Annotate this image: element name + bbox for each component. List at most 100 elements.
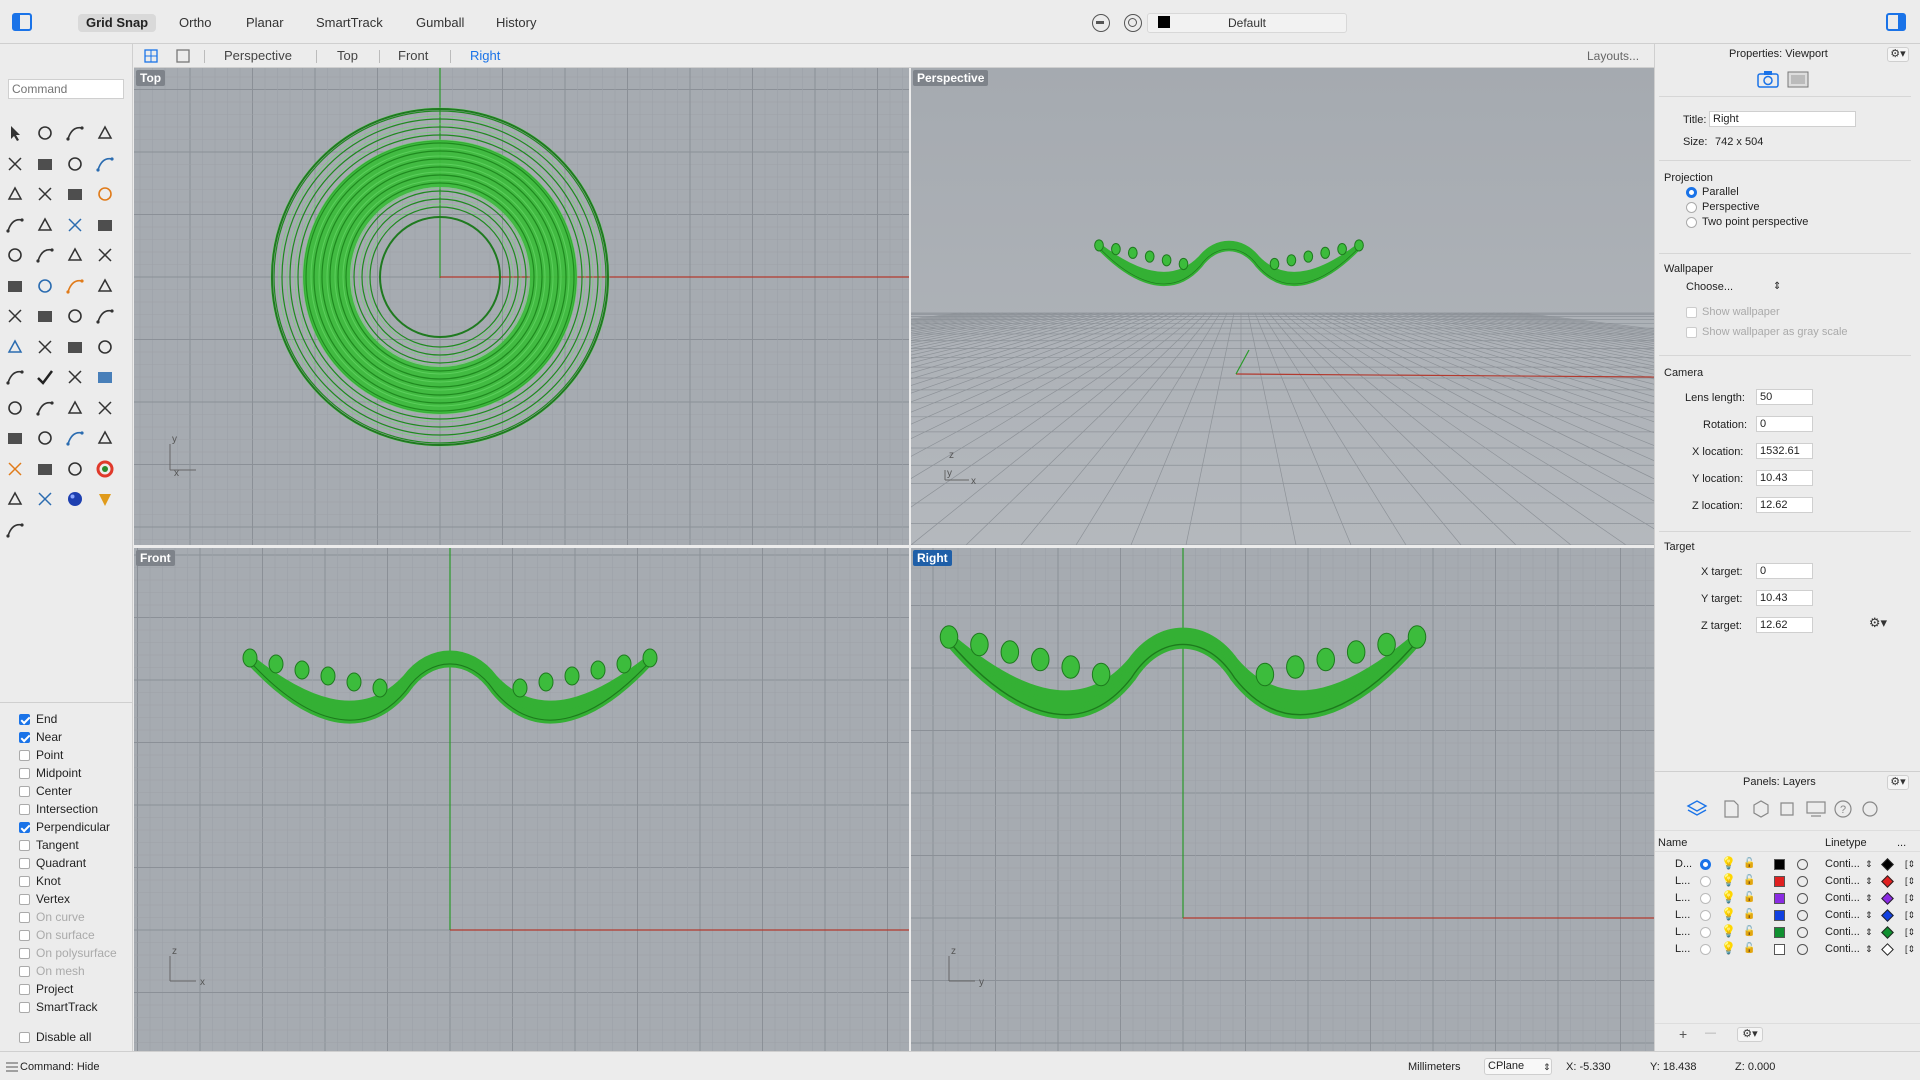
print-width-icon[interactable]: [⇕	[1905, 893, 1915, 904]
arc-tool-icon[interactable]	[63, 152, 87, 176]
x-target-field[interactable]: 0	[1756, 563, 1813, 579]
layer-name[interactable]: L...	[1675, 926, 1690, 938]
current-layer-radio-icon[interactable]	[1700, 893, 1711, 904]
lock-icon[interactable]: 🔓	[1743, 926, 1755, 937]
snapshot-tool-icon[interactable]	[63, 365, 87, 389]
wallpaper-choose-select[interactable]: Choose...	[1686, 281, 1733, 293]
layers-options-gear-icon[interactable]: ⚙▾	[1737, 1027, 1763, 1042]
layer-linetype[interactable]: Conti...	[1825, 875, 1860, 887]
ortho-toggle[interactable]: Ortho	[171, 14, 220, 32]
osnap-perpendicular[interactable]: Perpendicular	[19, 820, 110, 834]
select-arrows-icon[interactable]: ⇕	[1865, 910, 1873, 921]
z-target-field[interactable]: 12.62	[1756, 617, 1813, 633]
lock-tool-icon[interactable]	[33, 457, 57, 481]
remove-layer-button[interactable]: —	[1705, 1027, 1716, 1039]
osnap-end[interactable]: End	[19, 712, 57, 726]
filter-icon[interactable]	[1124, 14, 1142, 32]
radio-two-point[interactable]	[1686, 217, 1697, 228]
add-layer-button[interactable]: +	[1679, 1026, 1687, 1042]
osnap-midpoint[interactable]: Midpoint	[19, 766, 81, 780]
boolean-tool-icon[interactable]	[33, 213, 57, 237]
checkbox-icon[interactable]	[19, 893, 30, 905]
layer-color-swatch[interactable]	[1774, 876, 1785, 887]
osnap-smarttrack[interactable]: SmartTrack	[19, 1000, 98, 1014]
radio-parallel[interactable]	[1686, 187, 1697, 198]
solid-edit-tool-icon[interactable]	[3, 365, 27, 389]
mesh-tool-icon[interactable]	[63, 426, 87, 450]
select-arrows-icon[interactable]: ⇕	[1865, 876, 1873, 887]
current-layer-radio-icon[interactable]	[1700, 910, 1711, 921]
print-color-icon[interactable]	[1881, 909, 1894, 922]
cone-tool-icon[interactable]	[93, 487, 117, 511]
rotation-field[interactable]: 0	[1756, 416, 1813, 432]
curve-tool-icon[interactable]	[63, 121, 87, 145]
shaded-tool-icon[interactable]	[33, 487, 57, 511]
checkbox-icon[interactable]	[19, 785, 30, 797]
material-icon[interactable]	[1797, 944, 1808, 955]
scale-tool-icon[interactable]	[33, 335, 57, 359]
layouts-button[interactable]: Layouts...	[1587, 49, 1639, 63]
layer-color-swatch[interactable]	[1774, 910, 1785, 921]
zoom-extents-tool-icon[interactable]	[63, 396, 87, 420]
material-icon[interactable]	[1797, 910, 1808, 921]
cplane-tool-icon[interactable]	[3, 518, 27, 542]
viewport-right-canvas[interactable]: z y	[911, 548, 1654, 1051]
checkbox-checked-icon[interactable]	[19, 713, 30, 725]
select-arrows-icon[interactable]: ⇕	[1865, 944, 1873, 955]
lightbulb-icon[interactable]: 💡	[1721, 890, 1736, 904]
camera-icon[interactable]	[1757, 70, 1779, 88]
layer-linetype[interactable]: Conti...	[1825, 926, 1860, 938]
osnap-quadrant[interactable]: Quadrant	[19, 856, 86, 870]
text-tool-icon[interactable]	[3, 304, 27, 328]
checkbox-icon[interactable]	[19, 767, 30, 779]
viewport-perspective[interactable]: y x z Perspective	[911, 68, 1654, 545]
layer-name[interactable]: L...	[1675, 875, 1690, 887]
light-tool-icon[interactable]	[3, 457, 27, 481]
checkbox-icon[interactable]	[19, 983, 30, 995]
polyline-tool-icon[interactable]	[93, 121, 117, 145]
osnap-near[interactable]: Near	[19, 730, 62, 744]
current-layer-radio-icon[interactable]	[1700, 859, 1711, 870]
loft-tool-icon[interactable]	[93, 182, 117, 206]
wireframe-tool-icon[interactable]	[3, 487, 27, 511]
right-sidebar-toggle-icon[interactable]	[1886, 13, 1906, 31]
zoom-selected-tool-icon[interactable]	[93, 396, 117, 420]
print-width-icon[interactable]: [⇕	[1905, 927, 1915, 938]
cylinder-tool-icon[interactable]	[63, 213, 87, 237]
layer-row[interactable]: D... 💡 🔓 Conti... ⇕ [⇕	[1655, 856, 1920, 873]
select-arrows-icon[interactable]: ⇕	[1865, 859, 1873, 870]
material-icon[interactable]	[1797, 859, 1808, 870]
checkbox-icon[interactable]	[19, 803, 30, 815]
layer-color-swatch[interactable]	[1774, 893, 1785, 904]
solid-tool-icon[interactable]	[3, 335, 27, 359]
checkbox-icon[interactable]	[19, 749, 30, 761]
grid-snap-toggle[interactable]: Grid Snap	[78, 14, 157, 32]
lightbulb-icon[interactable]: 💡	[1721, 873, 1736, 887]
y-target-field[interactable]: 10.43	[1756, 590, 1813, 606]
layer-row[interactable]: L... 💡 🔓 Conti... ⇕ [⇕	[1655, 924, 1920, 941]
cplane-select[interactable]: CPlane ⇕	[1484, 1058, 1552, 1075]
layer-name[interactable]: D...	[1675, 858, 1692, 870]
osnap-point[interactable]: Point	[19, 748, 63, 762]
gumball-toggle[interactable]: Gumball	[408, 14, 472, 32]
paint-tool-icon[interactable]	[93, 365, 117, 389]
z-location-field[interactable]: 12.62	[1756, 497, 1813, 513]
material-icon[interactable]	[1797, 927, 1808, 938]
polygon-tool-icon[interactable]	[3, 182, 27, 206]
current-layer-radio-icon[interactable]	[1700, 944, 1711, 955]
lock-icon[interactable]: 🔓	[1743, 858, 1755, 869]
viewport-perspective-canvas[interactable]: y x z	[911, 68, 1654, 545]
move-tool-icon[interactable]	[93, 274, 117, 298]
four-viewports-icon[interactable]	[144, 49, 158, 63]
display-mode-icon[interactable]	[1787, 71, 1809, 88]
fillet-tool-icon[interactable]	[33, 182, 57, 206]
record-history-icon[interactable]	[1092, 14, 1110, 32]
lock-icon[interactable]: 🔓	[1743, 892, 1755, 903]
select-tool-icon[interactable]	[3, 121, 27, 145]
tab-right[interactable]: Right	[470, 48, 500, 63]
viewport-title-field[interactable]: Right	[1709, 111, 1856, 127]
layer-row[interactable]: L... 💡 🔓 Conti... ⇕ [⇕	[1655, 907, 1920, 924]
layers-col-more[interactable]: ...	[1897, 837, 1906, 849]
lock-icon[interactable]: 🔓	[1743, 943, 1755, 954]
lightbulb-icon[interactable]: 💡	[1721, 941, 1736, 955]
